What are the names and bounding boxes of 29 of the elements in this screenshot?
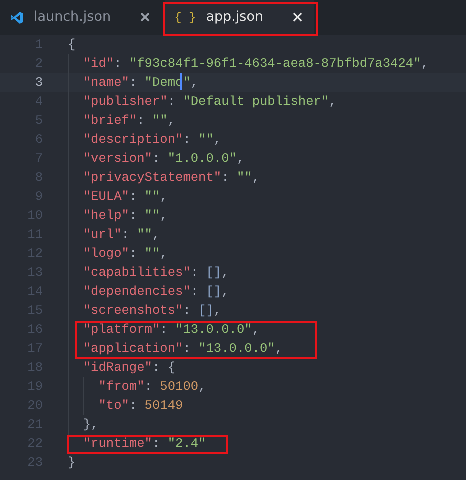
code-text: "EULA": "", bbox=[83, 189, 168, 204]
code-text: "capabilities": [], bbox=[83, 265, 230, 280]
code-text: "id": "f93c84f1-96f1-4634-aea8-87bfbd7a3424", bbox=[83, 56, 429, 71]
code-text: "to": 50149 bbox=[98, 398, 184, 413]
tab-label: app.json bbox=[206, 8, 264, 28]
code-text: }, bbox=[83, 417, 99, 432]
code-text: "description": "", bbox=[83, 132, 222, 147]
code-text: "version": "1.0.0.0", bbox=[83, 151, 245, 166]
json-file-icon: { } bbox=[174, 8, 196, 26]
close-icon[interactable]: × bbox=[292, 6, 304, 29]
close-icon[interactable]: × bbox=[139, 6, 152, 29]
code-text: "brief": "", bbox=[83, 113, 176, 128]
code-text: "url": "", bbox=[83, 227, 160, 242]
code-text: "from": 50100, bbox=[98, 379, 206, 394]
code-text: { bbox=[68, 37, 76, 52]
code-text: } bbox=[68, 455, 76, 470]
code-text: "logo": "", bbox=[83, 246, 168, 261]
code-text: "application": "13.0.0.0", bbox=[83, 341, 284, 356]
tab-label: launch.json bbox=[34, 8, 112, 28]
file-icon bbox=[10, 10, 24, 24]
code-text: "platform": "13.0.0.0", bbox=[83, 322, 260, 337]
code-text: "privacyStatement": "", bbox=[83, 170, 260, 185]
code-text: "idRange": { bbox=[83, 360, 176, 375]
code-text: "dependencies": [], bbox=[83, 284, 230, 299]
code-text: "screenshots": [], bbox=[83, 303, 222, 318]
line-number: 3 bbox=[34, 74, 43, 92]
code-text: "runtime": "2.4" bbox=[83, 436, 206, 451]
code-text: "publisher": "Default publisher", bbox=[83, 94, 337, 109]
code-text: "help": "", bbox=[83, 208, 168, 223]
